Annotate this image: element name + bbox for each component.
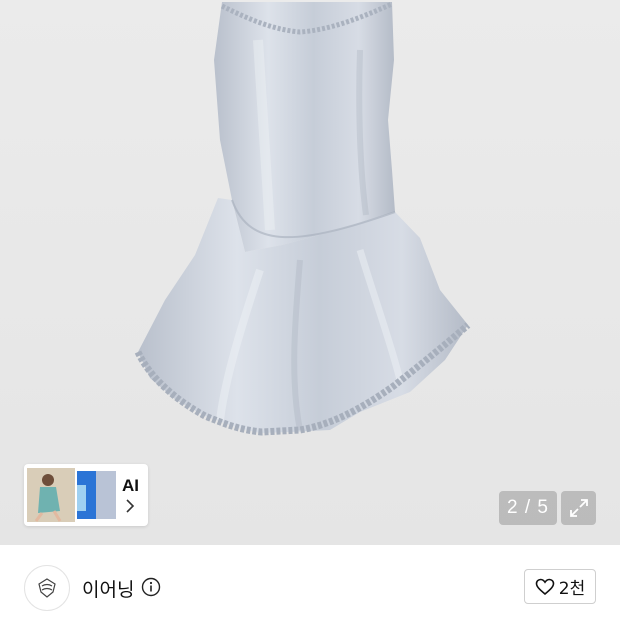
like-count: 2천	[558, 579, 586, 599]
ai-look-chip[interactable]: AI	[24, 464, 148, 526]
info-icon[interactable]	[141, 577, 161, 597]
shop-logo-icon	[38, 578, 56, 598]
like-button[interactable]: 2천	[524, 569, 596, 604]
ai-thumbnails	[26, 467, 116, 523]
expand-icon	[569, 499, 588, 517]
ai-label: AI	[122, 476, 139, 495]
expand-button[interactable]	[561, 491, 596, 525]
product-gallery[interactable]: AI 2 / 5	[0, 0, 620, 545]
chevron-right-icon	[126, 499, 135, 513]
shop-name[interactable]: 이어닝	[82, 575, 134, 602]
heart-icon	[535, 578, 555, 595]
shop-bar: 이어닝 2천	[0, 545, 620, 620]
shop-avatar[interactable]	[24, 565, 70, 611]
page-counter: 2 / 5	[499, 491, 557, 525]
